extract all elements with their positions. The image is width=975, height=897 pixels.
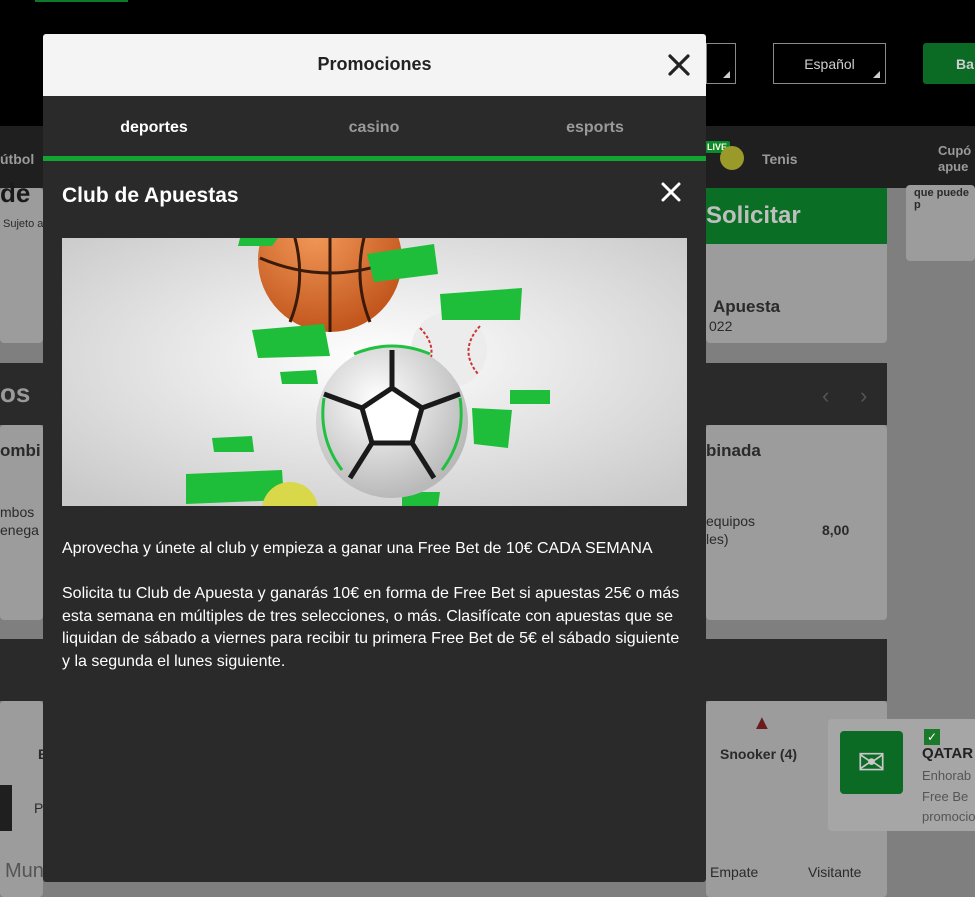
promotion-intro: Aprovecha y únete al club y empieza a ga… (62, 540, 653, 557)
combinada-right-partial: binada (706, 441, 761, 460)
row-right-line1: equipos (706, 513, 756, 529)
tab-deportes[interactable]: deportes (64, 119, 244, 137)
row-text-line1: mbos (0, 504, 35, 520)
carousel-prev-icon[interactable]: ‹ (822, 383, 829, 409)
close-icon[interactable] (666, 52, 692, 78)
toast-line1: Enhorab (922, 768, 972, 783)
banner-title-partial: de (0, 178, 31, 208)
left-tab-marker (0, 785, 12, 831)
row-right-line2: les) (706, 531, 729, 547)
nav-item-tenis[interactable]: Tenis (762, 151, 798, 167)
language-select-value: Español (804, 55, 855, 72)
tab-esports[interactable]: esports (505, 119, 685, 137)
toast-line3: promocio (922, 809, 975, 824)
promotions-modal: Promociones deportes casino esports Club… (43, 34, 706, 882)
promotion-hero-image (62, 238, 687, 506)
promotion-body: Solicita tu Club de Apuesta y ganarás 10… (62, 585, 680, 670)
row-text-line2: enega (0, 522, 39, 538)
nav-item-futbol[interactable]: útbol (0, 151, 34, 167)
promo-banner-left (0, 188, 43, 343)
section-title-partial: os (0, 378, 31, 408)
modal-title: Promociones (317, 54, 432, 74)
odds-format-select[interactable] (706, 43, 736, 84)
header-accent-line (35, 0, 128, 2)
toast-title: QATAR (922, 745, 974, 762)
mun-partial: Mun (5, 860, 44, 882)
sports-header-left (0, 639, 43, 701)
tennis-ball-icon (720, 146, 744, 170)
solicitar-button[interactable]: Solicitar (706, 188, 887, 244)
envelope-icon: ✉ (840, 731, 903, 794)
notification-toast[interactable]: ✉ ✓ QATAR Enhorab Free Be promocio (828, 719, 975, 831)
banner-sub-partial: Sujeto a (3, 218, 44, 230)
col-empate: Empate (710, 864, 759, 880)
combinada-left-partial: ombi (0, 441, 41, 460)
nav-item-cupon-line2[interactable]: apue (938, 159, 968, 174)
promo-tabs: deportes casino esports (43, 96, 706, 162)
tab-casino[interactable]: casino (284, 119, 464, 137)
tab-underline (43, 156, 706, 161)
check-icon: ✓ (924, 729, 940, 745)
toast-line2: Free Be (922, 789, 969, 804)
login-button[interactable]: Ba (923, 43, 975, 84)
p-partial: P (34, 800, 44, 816)
promotion-title: Club de Apuestas (62, 184, 239, 207)
nav-item-cupon-line1[interactable]: Cupó (938, 143, 971, 158)
card-year-partial: 022 (709, 318, 733, 334)
card-title-partial: Apuesta (713, 297, 781, 316)
sports-balls-illustration (62, 238, 687, 506)
col-visitante: Visitante (808, 864, 862, 880)
sports-header-right (706, 639, 887, 701)
language-select[interactable]: Español (773, 43, 886, 84)
side-note: que puede p (914, 187, 970, 211)
page: Español Ba útbol LIVE Tenis Cupó apue de… (0, 0, 975, 897)
close-promotion-icon[interactable] (660, 181, 682, 203)
snooker-icon: ▲ (752, 712, 772, 734)
modal-header: Promociones (43, 34, 706, 96)
odds-button[interactable]: 8,00 (822, 522, 849, 538)
carousel-next-icon[interactable]: › (860, 383, 867, 409)
sport-snooker[interactable]: Snooker (4) (720, 746, 797, 762)
